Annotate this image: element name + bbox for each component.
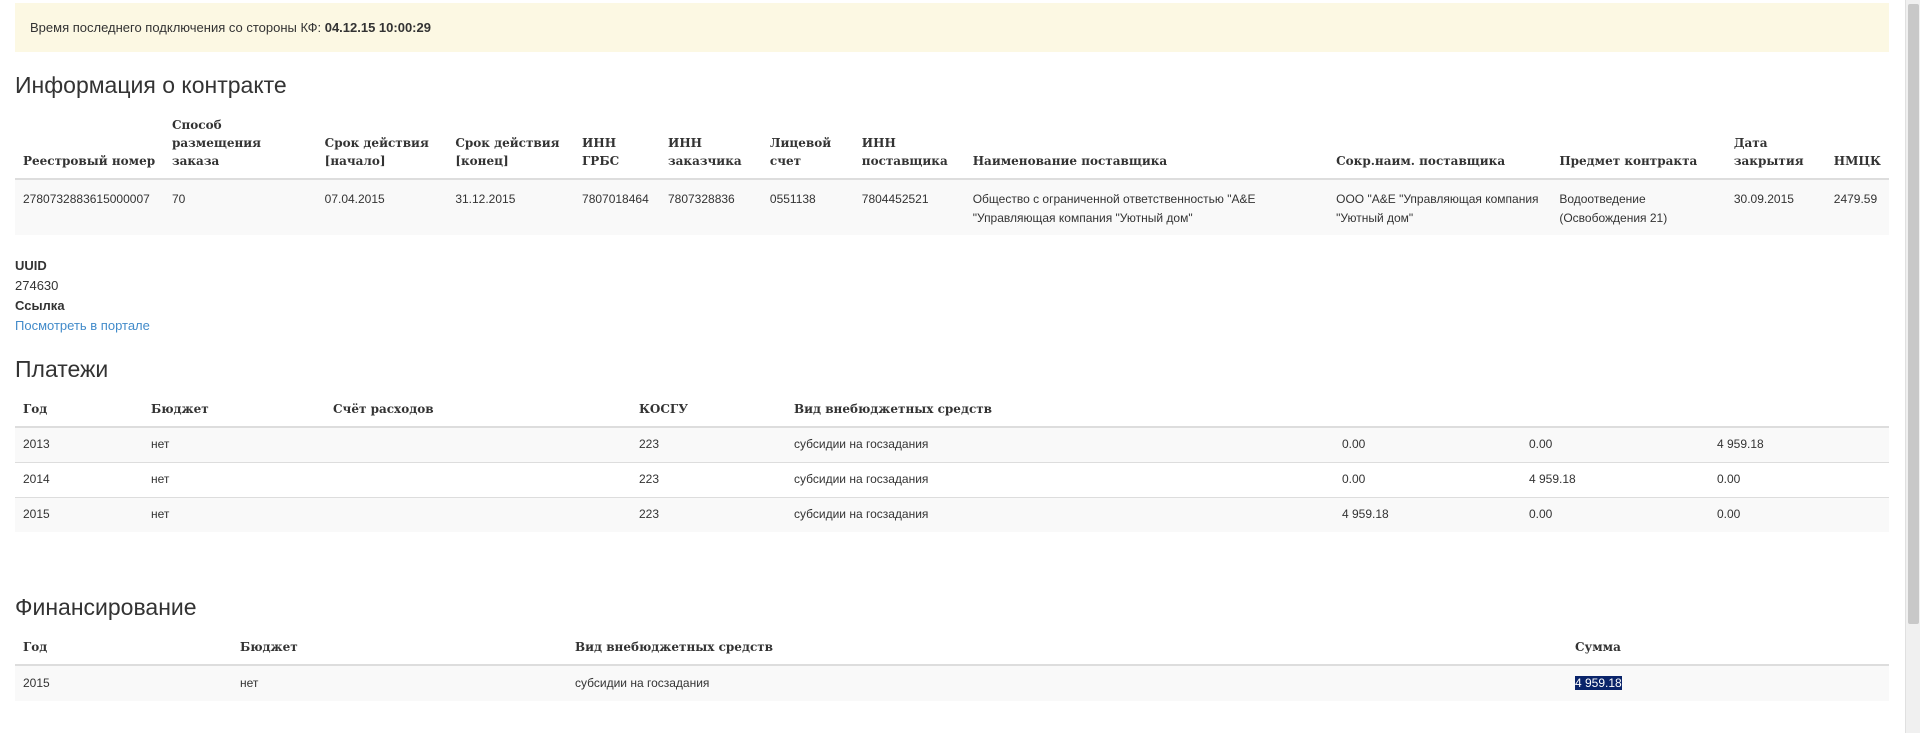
cell-budget: нет	[232, 665, 567, 701]
cell-sum: 4 959.18	[1567, 665, 1889, 701]
col-registry-number[interactable]: Реестровый номер	[15, 116, 164, 180]
cell-extrabudget-type: субсидии на госзадания	[567, 665, 1567, 701]
cell-term-end: 31.12.2015	[447, 179, 575, 235]
cell-year: 2013	[15, 427, 143, 462]
col-placement-method[interactable]: Способ размещения заказа	[163, 116, 317, 180]
last-connection-notice: Время последнего подключения со стороны …	[15, 3, 1889, 52]
payments-header-row: Год Бюджет Счёт расходов КОСГУ Вид внебю…	[15, 400, 1889, 428]
contract-info-title: Информация о контракте	[15, 72, 287, 98]
col-close-date[interactable]: Дата закрытия	[1725, 116, 1826, 180]
financing-header-row: Год Бюджет Вид внебюджетных средств Сумм…	[15, 638, 1889, 666]
cell-amount-1: 4 959.18	[1334, 496, 1521, 532]
cell-placement-method: 70	[163, 179, 317, 235]
cell-budget: нет	[143, 496, 325, 532]
table-row: 2013 нет 223 субсидии на госзадания 0.00…	[15, 427, 1889, 462]
cell-amount-2: 4 959.18	[1521, 461, 1709, 497]
cell-amount-3: 0.00	[1709, 496, 1889, 532]
col-year[interactable]: Год	[15, 400, 143, 428]
cell-inn-grbs: 7807018464	[574, 179, 660, 235]
col-inn-grbs[interactable]: ИНН ГРБС	[574, 116, 660, 180]
uuid-label: UUID	[15, 258, 47, 273]
table-row: 2014 нет 223 субсидии на госзадания 0.00…	[15, 461, 1889, 497]
selected-sum-text[interactable]: 4 959.18	[1575, 676, 1622, 690]
col-term-start[interactable]: Срок действия [начало]	[316, 116, 448, 180]
col-term-end[interactable]: Срок действия [конец]	[447, 116, 575, 180]
cell-kosgu: 223	[631, 427, 786, 462]
cell-amount-2: 0.00	[1521, 496, 1709, 532]
cell-budget: нет	[143, 461, 325, 497]
uuid-block: UUID 274630 Ссылка Посмотреть в портале	[15, 256, 150, 336]
cell-kosgu: 223	[631, 496, 786, 532]
financing-title: Финансирование	[15, 594, 197, 620]
link-label: Ссылка	[15, 298, 65, 313]
col-budget[interactable]: Бюджет	[143, 400, 325, 428]
table-row: 2015 нет субсидии на госзадания 4 959.18	[15, 665, 1889, 701]
col-extrabudget-type[interactable]: Вид внебюджетных средств	[567, 638, 1567, 666]
cell-amount-3: 0.00	[1709, 461, 1889, 497]
notice-datetime: 04.12.15 10:00:29	[324, 20, 431, 35]
cell-term-start: 07.04.2015	[316, 179, 448, 235]
col-amount-3	[1709, 400, 1889, 428]
financing-table: Год Бюджет Вид внебюджетных средств Сумм…	[15, 638, 1889, 701]
cell-amount-1: 0.00	[1334, 461, 1521, 497]
col-supplier-name[interactable]: Наименование поставщика	[964, 116, 1329, 180]
col-kosgu[interactable]: КОСГУ	[631, 400, 786, 428]
cell-inn-supplier: 7804452521	[853, 179, 965, 235]
cell-year: 2014	[15, 461, 143, 497]
cell-close-date: 30.09.2015	[1725, 179, 1826, 235]
cell-inn-customer: 7807328836	[659, 179, 762, 235]
cell-amount-2: 0.00	[1521, 427, 1709, 462]
cell-kosgu: 223	[631, 461, 786, 497]
col-inn-customer[interactable]: ИНН заказчика	[659, 116, 762, 180]
uuid-value: 274630	[15, 278, 59, 293]
cell-personal-account: 0551138	[761, 179, 854, 235]
cell-contract-subject: Водоотведение (Освобождения 21)	[1551, 179, 1726, 235]
cell-supplier-short-name: ООО "А&Е "Управляющая компания "Уютный д…	[1328, 179, 1552, 235]
view-in-portal-link[interactable]: Посмотреть в портале	[15, 318, 150, 333]
col-year[interactable]: Год	[15, 638, 232, 666]
col-inn-supplier[interactable]: ИНН поставщика	[853, 116, 965, 180]
col-extrabudget-type[interactable]: Вид внебюджетных средств	[786, 400, 1334, 428]
col-amount-1	[1334, 400, 1521, 428]
cell-year: 2015	[15, 665, 232, 701]
col-amount-2	[1521, 400, 1709, 428]
cell-amount-1: 0.00	[1334, 427, 1521, 462]
cell-year: 2015	[15, 496, 143, 532]
table-row: 2015 нет 223 субсидии на госзадания 4 95…	[15, 496, 1889, 532]
cell-extrabudget-type: субсидии на госзадания	[786, 496, 1334, 532]
payments-title: Платежи	[15, 356, 109, 382]
scrollbar-thumb[interactable]	[1908, 4, 1919, 624]
cell-nmck: 2479.59	[1825, 179, 1889, 235]
contract-header-row: Реестровый номер Способ размещения заказ…	[15, 116, 1889, 180]
cell-supplier-name: Общество с ограниченной ответственностью…	[964, 179, 1329, 235]
vertical-scrollbar[interactable]	[1905, 0, 1920, 733]
cell-amount-3: 4 959.18	[1709, 427, 1889, 462]
col-contract-subject[interactable]: Предмет контракта	[1551, 116, 1726, 180]
contract-table: Реестровый номер Способ размещения заказ…	[15, 116, 1889, 235]
cell-budget: нет	[143, 427, 325, 462]
col-supplier-short-name[interactable]: Сокр.наим. поставщика	[1328, 116, 1552, 180]
cell-expense-account	[325, 427, 631, 462]
cell-extrabudget-type: субсидии на госзадания	[786, 461, 1334, 497]
notice-text: Время последнего подключения со стороны …	[30, 20, 325, 35]
col-sum[interactable]: Сумма	[1567, 638, 1889, 666]
cell-expense-account	[325, 496, 631, 532]
cell-registry-number: 2780732883615000007	[15, 179, 164, 235]
cell-extrabudget-type: субсидии на госзадания	[786, 427, 1334, 462]
payments-table: Год Бюджет Счёт расходов КОСГУ Вид внебю…	[15, 400, 1889, 532]
col-budget[interactable]: Бюджет	[232, 638, 567, 666]
col-expense-account[interactable]: Счёт расходов	[325, 400, 631, 428]
table-row: 2780732883615000007 70 07.04.2015 31.12.…	[15, 179, 1889, 235]
col-personal-account[interactable]: Лицевой счет	[761, 116, 854, 180]
cell-expense-account	[325, 461, 631, 497]
col-nmck[interactable]: НМЦК	[1825, 116, 1889, 180]
